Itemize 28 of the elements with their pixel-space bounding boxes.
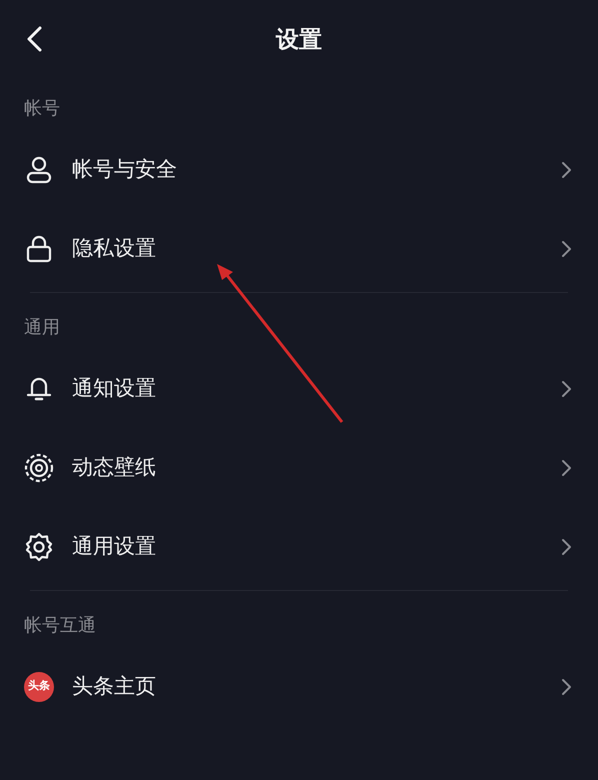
row-label: 隐私设置 bbox=[72, 236, 157, 262]
lock-icon bbox=[26, 234, 52, 262]
page-title: 设置 bbox=[276, 24, 322, 54]
target-icon bbox=[24, 452, 54, 482]
chevron-icon bbox=[561, 160, 572, 178]
settings-row[interactable]: 通用设置 bbox=[0, 507, 598, 586]
settings-row[interactable]: 头条 头条主页 bbox=[0, 647, 598, 726]
back-icon[interactable] bbox=[25, 26, 43, 52]
row-label: 帐号与安全 bbox=[72, 156, 178, 183]
chevron-icon bbox=[561, 458, 572, 476]
app-logo: 头条 bbox=[24, 672, 54, 702]
row-label: 通知设置 bbox=[72, 376, 157, 402]
chevron-icon bbox=[561, 380, 572, 398]
settings-row[interactable]: 动态壁纸 bbox=[0, 428, 598, 507]
chevron-icon bbox=[561, 678, 572, 696]
person-icon bbox=[26, 156, 52, 184]
section-label: 帐号 bbox=[24, 96, 60, 120]
row-label: 动态壁纸 bbox=[72, 454, 157, 481]
chevron-icon bbox=[561, 538, 572, 556]
settings-row[interactable]: 通知设置 bbox=[0, 349, 598, 428]
settings-row[interactable]: 帐号与安全 bbox=[0, 130, 598, 209]
chevron-icon bbox=[561, 240, 572, 258]
settings-row[interactable]: 隐私设置 bbox=[0, 209, 598, 288]
row-label: 通用设置 bbox=[72, 534, 157, 560]
section-label: 通用 bbox=[24, 316, 60, 338]
section-label: 帐号互通 bbox=[24, 614, 96, 636]
settings-icon bbox=[24, 532, 54, 562]
row-label: 头条主页 bbox=[72, 674, 157, 700]
